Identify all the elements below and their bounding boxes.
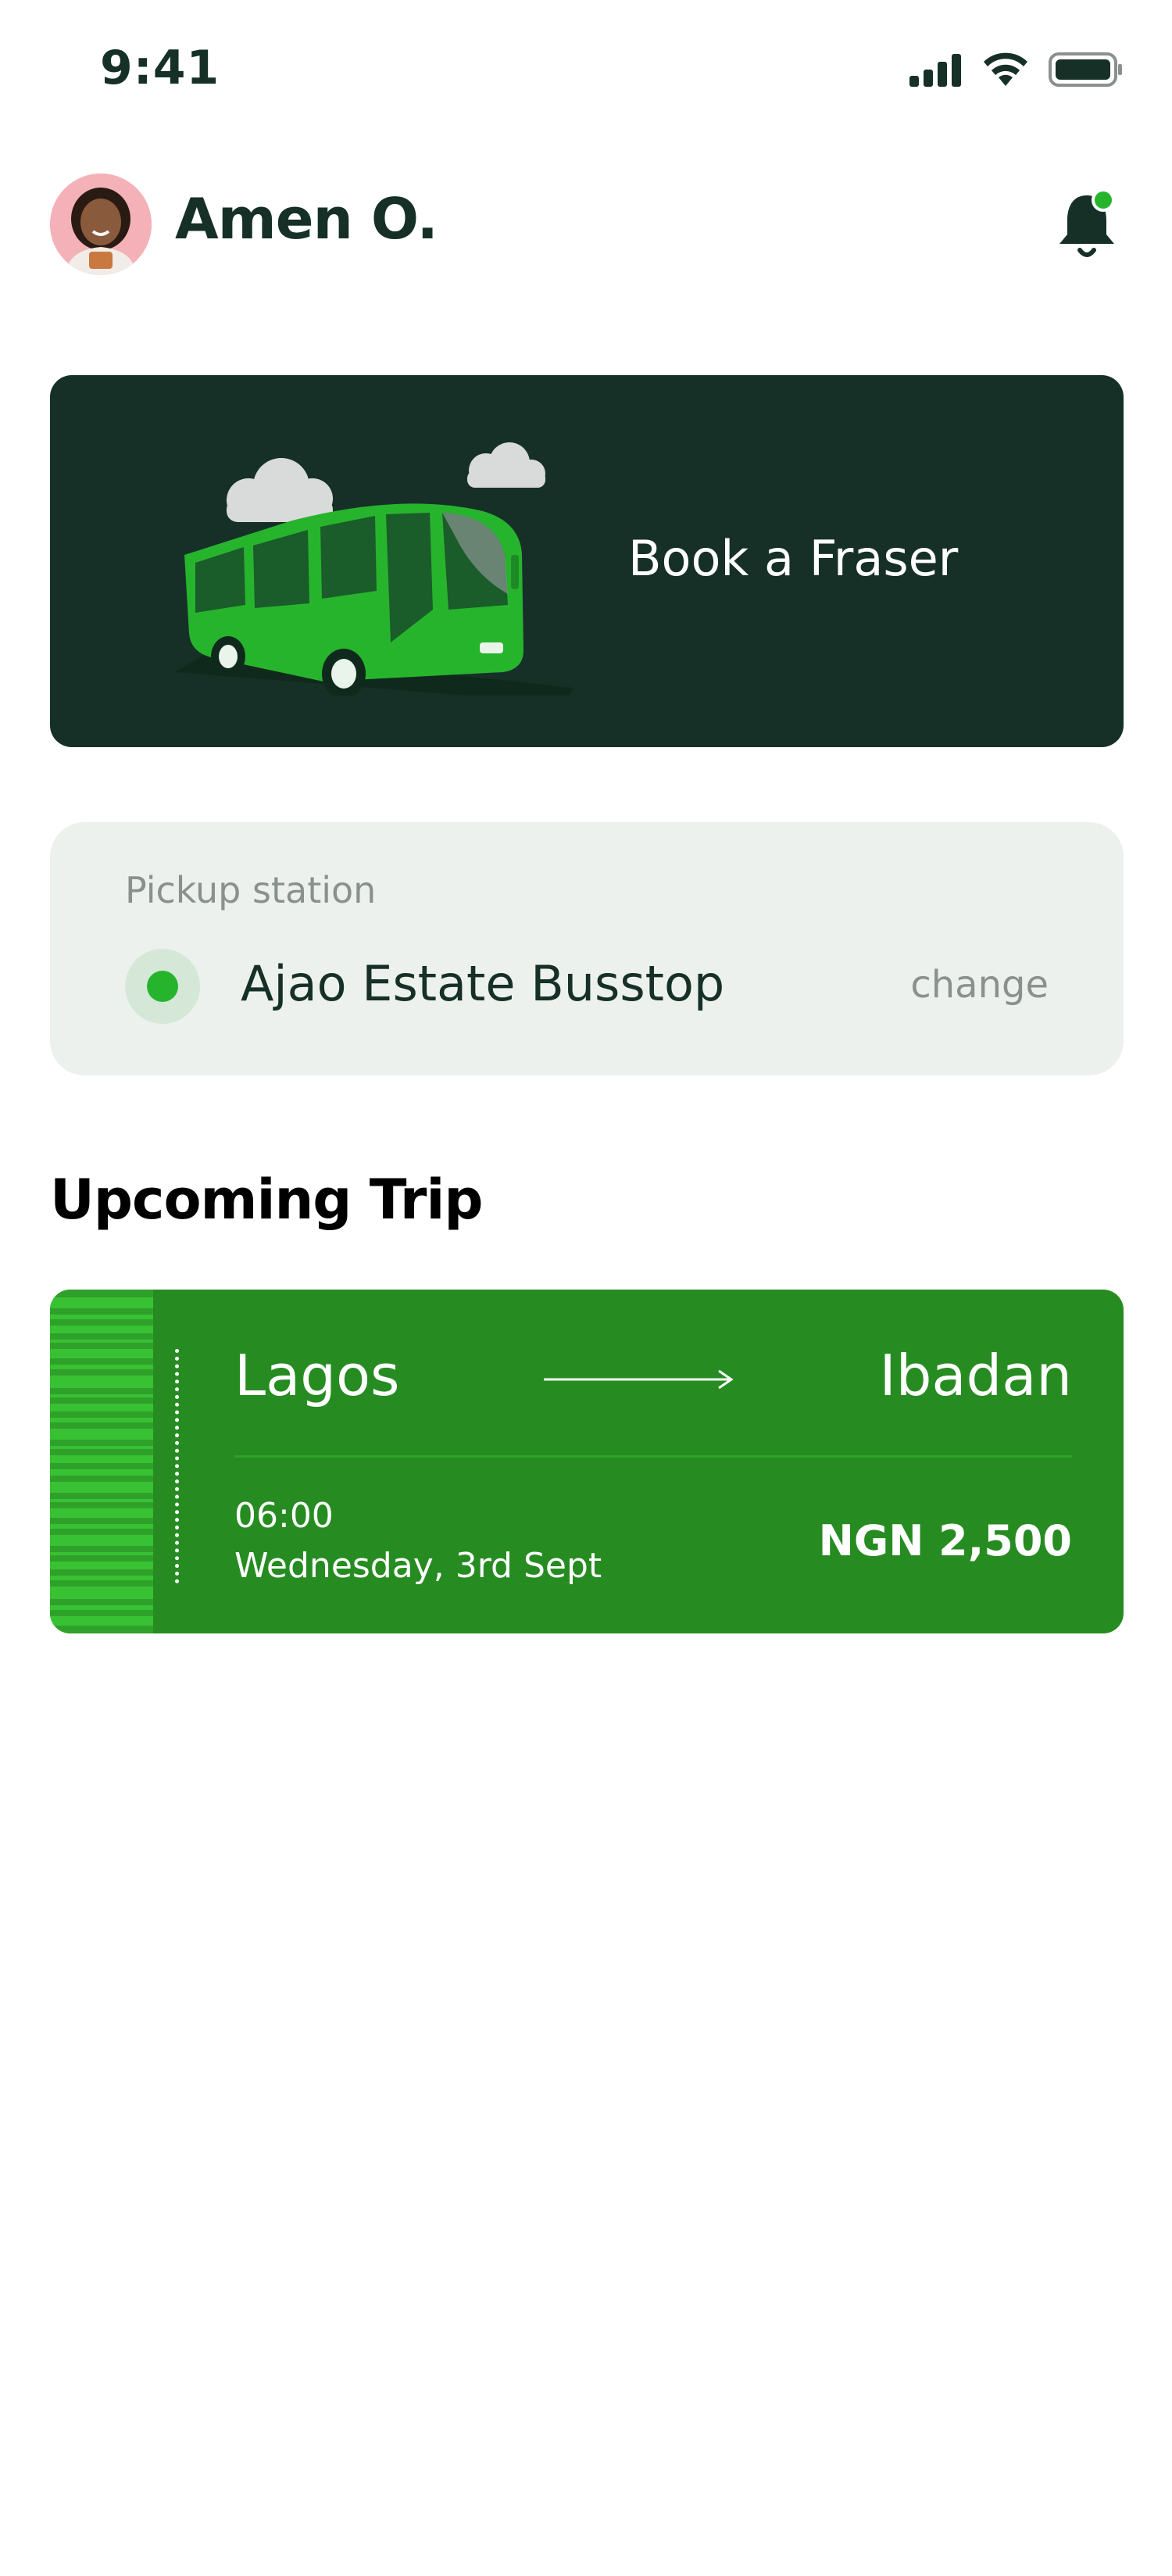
battery-icon — [1049, 52, 1122, 87]
bus-icon — [175, 442, 573, 696]
trip-date: Wednesday, 3rd Sept — [234, 1546, 602, 1586]
ticket-barcode-icon — [50, 1290, 153, 1633]
user-name: Amen O. — [175, 186, 438, 252]
notifications-button[interactable] — [1052, 186, 1122, 264]
trip-destination: Ibadan — [879, 1343, 1072, 1408]
status-time: 9:41 — [100, 41, 220, 95]
trip-divider — [234, 1455, 1072, 1458]
bell-icon — [1059, 188, 1115, 257]
change-station-button[interactable]: change — [910, 963, 1049, 1007]
notification-dot — [1092, 188, 1115, 212]
cellular-signal-icon — [909, 54, 961, 87]
wifi-icon — [984, 52, 1027, 86]
trip-price: NGN 2,500 — [818, 1516, 1072, 1565]
book-fraser-card[interactable]: Book a Fraser — [50, 375, 1124, 747]
location-dot-inner — [147, 971, 178, 1002]
status-icons — [909, 52, 1124, 88]
book-fraser-label: Book a Fraser — [628, 530, 959, 587]
location-dot-icon — [125, 949, 200, 1024]
user-avatar-image — [50, 174, 152, 275]
ticket-perforation — [175, 1349, 181, 1583]
pickup-station-card: Pickup station Ajao Estate Busstop chang… — [50, 822, 1124, 1075]
pickup-station-name: Ajao Estate Busstop — [241, 955, 725, 1012]
pickup-title: Pickup station — [125, 869, 377, 911]
upcoming-trip-card[interactable]: Lagos Ibadan 06:00 Wednesday, 3rd Sept N… — [50, 1290, 1124, 1633]
arrow-right-icon — [544, 1369, 734, 1390]
trip-origin: Lagos — [234, 1343, 400, 1408]
trip-time: 06:00 — [234, 1496, 334, 1536]
upcoming-trip-title: Upcoming Trip — [50, 1168, 483, 1232]
avatar[interactable] — [50, 174, 152, 275]
